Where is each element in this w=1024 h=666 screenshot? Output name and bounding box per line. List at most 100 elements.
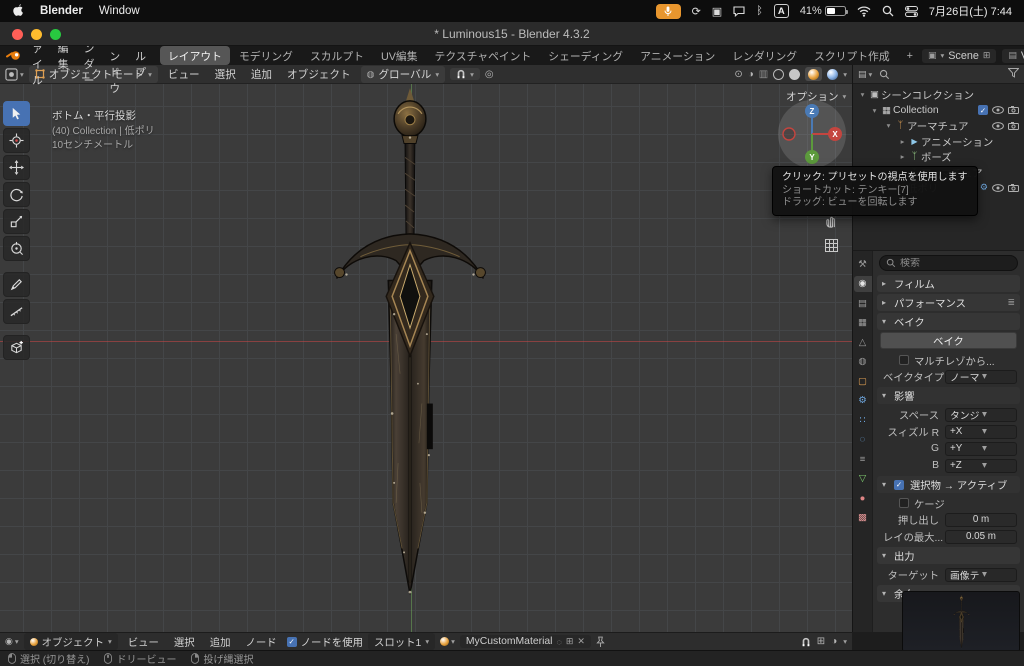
tab-modeling[interactable]: モデリング [231, 46, 301, 65]
tab-rendering[interactable]: レンダリング [724, 46, 805, 65]
add-workspace-button[interactable]: + [899, 48, 921, 63]
shader-menu-select[interactable]: 選択 [169, 633, 200, 650]
tab-uv-editing[interactable]: UV編集 [373, 46, 426, 65]
menubar-app-name[interactable]: Blender [40, 5, 83, 17]
menubar-clock[interactable]: 7月26日(土) 7:44 [929, 3, 1012, 19]
hide-eye-icon[interactable] [992, 122, 1004, 130]
properties-search-input[interactable] [900, 258, 1011, 269]
tab-tool[interactable]: ⚒ [854, 256, 872, 272]
snap-magnet-icon[interactable] [801, 637, 811, 647]
shader-menu-node[interactable]: ノード [240, 633, 281, 650]
tab-physics[interactable]: ◌ [854, 432, 872, 448]
snap-target-icon[interactable]: ⊞ [817, 636, 825, 647]
outliner-row-pose[interactable]: ▸ ᛉ ポーズ [853, 149, 1024, 165]
tab-object[interactable]: ▢ [854, 373, 872, 389]
spotlight-menu[interactable] [882, 5, 894, 17]
status-icon-display[interactable]: ▣ [712, 5, 722, 18]
hide-eye-icon[interactable] [992, 106, 1004, 114]
scale-tool[interactable] [3, 209, 30, 234]
panel-influence[interactable]: ▾ 影響 [877, 387, 1020, 404]
control-center-menu[interactable] [905, 6, 918, 17]
show-overlays-toggle[interactable]: ◑ [748, 69, 754, 80]
bluetooth-icon[interactable]: ᛒ [756, 5, 763, 17]
editor-type-selector[interactable]: ▾ [5, 68, 24, 81]
tab-shading[interactable]: シェーディング [540, 46, 631, 65]
new-material-icon[interactable]: ⊞ [566, 636, 574, 647]
sword-model[interactable] [330, 86, 490, 602]
snap-toggle[interactable]: ▾ [450, 68, 480, 80]
expand-icon[interactable]: ▾ [857, 90, 868, 99]
outliner-search-icon[interactable] [879, 69, 890, 80]
tab-viewlayer[interactable]: ▦ [854, 315, 872, 331]
blender-logo[interactable] [6, 50, 21, 61]
mic-indicator[interactable] [656, 4, 681, 19]
minimize-button[interactable] [31, 29, 42, 40]
cursor-tool[interactable] [3, 128, 30, 153]
extrusion-field[interactable]: 0 m [945, 513, 1017, 527]
slot-selector[interactable]: スロット1 ▾ [368, 633, 435, 650]
show-gizmo-toggle[interactable]: ⊙ [734, 69, 742, 80]
tab-constraints[interactable]: ≡ [854, 451, 872, 467]
use-nodes-toggle[interactable]: ✓ ノードを使用 [287, 634, 363, 649]
properties-search[interactable] [879, 255, 1018, 271]
shading-material-button[interactable] [808, 69, 819, 80]
zoom-button[interactable] [50, 29, 61, 40]
viewport-canvas[interactable]: ボトム・平行投影 (40) Collection | 低ポリ 10センチメートル… [0, 84, 852, 632]
grid-control[interactable] [820, 234, 842, 256]
outliner-row-collection[interactable]: ▾ ▦ Collection ✓ [853, 103, 1024, 119]
shader-menu-view[interactable]: ビュー [123, 633, 164, 650]
panel-output[interactable]: ▾ 出力 [877, 547, 1020, 564]
measure-tool[interactable] [3, 299, 30, 324]
preset-menu-icon[interactable]: ≣ [1007, 297, 1015, 308]
unlink-icon[interactable]: ✕ [577, 636, 585, 647]
outliner-row-armature-object[interactable]: ▾ ᛉ アーマチュア [853, 118, 1024, 134]
pin-icon[interactable] [596, 636, 605, 648]
annotate-tool[interactable] [3, 272, 30, 297]
expand-icon[interactable]: ▸ [897, 137, 908, 146]
tab-sculpting[interactable]: スカルプト [302, 46, 372, 65]
close-button[interactable] [12, 29, 23, 40]
tab-object-data[interactable]: ▽ [854, 471, 872, 487]
collection-checkbox[interactable]: ✓ [978, 105, 988, 115]
tab-particles[interactable]: ∷ [854, 412, 872, 428]
swizzle-g-dropdown[interactable]: +Y ▾ [945, 442, 1017, 456]
outliner-row-scene-collection[interactable]: ▾ ▣ シーンコレクション [853, 87, 1024, 103]
use-nodes-checkbox[interactable]: ✓ [287, 637, 297, 647]
proportional-edit-toggle[interactable]: ◎ [485, 69, 494, 80]
expand-icon[interactable]: ▸ [897, 152, 908, 161]
tab-texture[interactable]: ▩ [854, 510, 872, 526]
tab-material[interactable]: ● [854, 490, 872, 506]
target-dropdown[interactable]: 画像テクスチャ ▾ [945, 568, 1017, 582]
viewport-menu-add[interactable]: 追加 [246, 66, 277, 83]
outliner-filter-icon[interactable] [1008, 68, 1019, 78]
tab-scripting[interactable]: スクリプト作成 [806, 46, 898, 65]
move-tool[interactable] [3, 155, 30, 180]
hide-eye-icon[interactable] [992, 184, 1004, 192]
panel-bake[interactable]: ▾ ベイク [877, 313, 1020, 330]
orientation-selector[interactable]: ◍ グローバル ▾ [361, 66, 446, 83]
apple-menu[interactable] [12, 4, 24, 18]
viewport-menu-object[interactable]: オブジェクト [282, 66, 356, 83]
expand-icon[interactable]: ▾ [883, 121, 894, 130]
new-scene-icon[interactable]: ⊞ [983, 50, 991, 61]
gizmo-minus-x[interactable] [783, 128, 795, 140]
tab-render[interactable]: ◉ [854, 276, 872, 292]
disable-render-camera-icon[interactable] [1008, 122, 1019, 130]
wifi-menu[interactable] [857, 6, 871, 17]
panel-performance[interactable]: ▸ パフォーマンス ≣ [877, 294, 1020, 311]
viewport-menu-select[interactable]: 選択 [210, 66, 241, 83]
outliner-row-animation[interactable]: ▸ ▶ アニメーション [853, 134, 1024, 150]
outliner-editor-selector[interactable]: ▤ ▾ [858, 69, 872, 80]
battery-status[interactable]: 41% [800, 5, 846, 17]
status-icon-sync[interactable]: ⟳ [692, 5, 701, 18]
shading-wireframe-button[interactable] [773, 69, 784, 80]
tab-output[interactable]: ▤ [854, 295, 872, 311]
shading-rendered-button[interactable] [827, 69, 838, 80]
input-source-switcher[interactable]: A [774, 4, 789, 18]
tab-scene[interactable]: △ [854, 334, 872, 350]
fake-user-icon[interactable]: ◌ [556, 637, 561, 647]
tab-world[interactable]: ◍ [854, 354, 872, 370]
from-multires-checkbox[interactable] [899, 355, 909, 365]
swizzle-b-dropdown[interactable]: +Z ▾ [945, 459, 1017, 473]
panel-selected-to-active[interactable]: ▾ ✓ 選択物 → アクティブ [877, 476, 1020, 493]
